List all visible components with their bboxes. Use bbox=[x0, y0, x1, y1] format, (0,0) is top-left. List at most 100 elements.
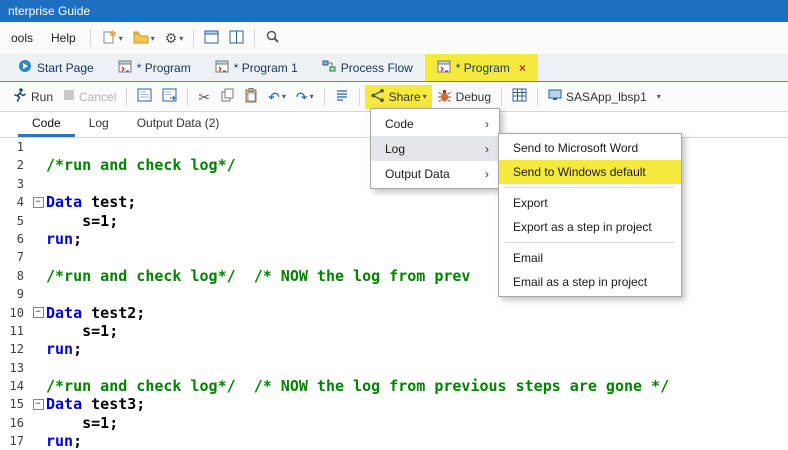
cancel-icon bbox=[63, 89, 75, 104]
tab-label: Code bbox=[32, 116, 61, 130]
close-icon[interactable]: × bbox=[519, 61, 526, 75]
debug-button[interactable]: Debug bbox=[432, 85, 496, 109]
cancel-label: Cancel bbox=[79, 89, 117, 104]
share-label: Share bbox=[388, 89, 421, 104]
chevron-down-icon: ▾ bbox=[422, 92, 427, 101]
title-bar: nterprise Guide bbox=[0, 0, 788, 22]
export-code-button[interactable] bbox=[133, 85, 156, 108]
fold-collapse-icon[interactable]: − bbox=[32, 399, 44, 411]
line-number: 10 bbox=[9, 305, 24, 320]
paste-button[interactable] bbox=[240, 85, 262, 109]
menu-item-email-as-step[interactable]: Email as a step in project bbox=[499, 270, 681, 294]
menu-help[interactable]: Help bbox=[42, 26, 85, 50]
menu-tools[interactable]: ools bbox=[2, 26, 42, 50]
fold-margin: − bbox=[30, 307, 46, 319]
line-number: 15 bbox=[9, 397, 24, 412]
toolbar-separator bbox=[537, 87, 539, 106]
menu-item-send-to-windows-default[interactable]: Send to Windows default bbox=[499, 160, 681, 184]
fold-collapse-icon[interactable]: − bbox=[32, 196, 44, 208]
line-number: 17 bbox=[9, 434, 24, 449]
redo-icon: ↷ bbox=[295, 88, 308, 105]
menu-item-email[interactable]: Email bbox=[499, 246, 681, 270]
options-button[interactable]: ⚙ ▾ bbox=[161, 28, 188, 48]
gear-icon: ⚙ bbox=[164, 30, 178, 46]
menu-item-label: Export as a step in project bbox=[513, 220, 652, 234]
code-line: 11 s=1; bbox=[0, 322, 788, 340]
chevron-down-icon[interactable]: ▾ bbox=[310, 92, 314, 101]
tab-log[interactable]: Log bbox=[75, 112, 123, 137]
tab-label: Log bbox=[88, 116, 109, 130]
search-button[interactable] bbox=[261, 26, 284, 50]
copy-button[interactable] bbox=[216, 85, 238, 108]
code-text[interactable]: Data test; bbox=[46, 193, 136, 211]
menu-item-code[interactable]: Code › bbox=[371, 111, 499, 136]
menu-item-label: Export bbox=[513, 196, 548, 210]
line-number: 1 bbox=[16, 140, 24, 154]
server-label: SASApp_lbsp1 bbox=[566, 89, 647, 104]
fold-collapse-icon[interactable]: − bbox=[32, 307, 44, 319]
code-text[interactable]: s=1; bbox=[46, 414, 118, 432]
chevron-down-icon[interactable]: ▾ bbox=[179, 34, 183, 43]
menu-item-export[interactable]: Export bbox=[499, 191, 681, 215]
code-text[interactable]: /*run and check log*/ bbox=[46, 156, 236, 174]
window-icon bbox=[204, 30, 219, 47]
open-folder-icon bbox=[133, 29, 149, 48]
split-window-icon bbox=[229, 30, 244, 47]
toolbar-separator bbox=[126, 87, 128, 106]
menu-item-label: Send to Windows default bbox=[513, 165, 646, 179]
cut-button[interactable]: ✂ bbox=[194, 87, 214, 107]
submenu-arrow-icon: › bbox=[485, 141, 489, 156]
doc-tab-program-1[interactable]: * Program 1 bbox=[203, 54, 310, 81]
tab-output-data[interactable]: Output Data (2) bbox=[123, 112, 234, 137]
doc-tab-program[interactable]: * Program bbox=[106, 54, 203, 81]
tab-code[interactable]: Code bbox=[18, 112, 75, 137]
doc-tab-process-flow[interactable]: Process Flow bbox=[310, 54, 425, 81]
menu-item-output-data[interactable]: Output Data › bbox=[371, 161, 499, 186]
format-code-button[interactable] bbox=[331, 85, 353, 108]
menu-item-label: Code bbox=[385, 116, 414, 131]
chevron-down-icon[interactable]: ▾ bbox=[282, 92, 286, 101]
server-selector[interactable]: SASApp_lbsp1 ▾ bbox=[543, 86, 666, 108]
code-text[interactable]: s=1; bbox=[46, 212, 118, 230]
code-text[interactable]: run; bbox=[46, 340, 82, 358]
line-number: 11 bbox=[9, 323, 24, 338]
chevron-down-icon[interactable]: ▾ bbox=[119, 34, 123, 43]
menu-item-export-as-step[interactable]: Export as a step in project bbox=[499, 215, 681, 239]
code-text[interactable]: Data test3; bbox=[46, 395, 145, 413]
run-button[interactable]: Run bbox=[6, 84, 58, 109]
menu-separator bbox=[505, 187, 675, 188]
redo-button[interactable]: ↷ ▾ bbox=[292, 87, 318, 107]
new-program-button[interactable]: ✱ ▾ bbox=[97, 26, 127, 51]
code-text[interactable]: s=1; bbox=[46, 322, 118, 340]
code-text[interactable]: /*run and check log*/ /* NOW the log fro… bbox=[46, 267, 470, 285]
layout-window-button[interactable] bbox=[200, 27, 223, 50]
open-button[interactable]: ▾ bbox=[129, 26, 159, 51]
send-code-button[interactable] bbox=[158, 85, 181, 108]
submenu-arrow-icon: › bbox=[485, 116, 489, 131]
undo-button[interactable]: ↶ ▾ bbox=[264, 87, 290, 107]
menu-item-send-to-word[interactable]: Send to Microsoft Word bbox=[499, 136, 681, 160]
menu-item-label: Email as a step in project bbox=[513, 275, 648, 289]
share-icon bbox=[370, 88, 385, 106]
menu-item-label: Output Data bbox=[385, 166, 450, 181]
doc-tab-start-page[interactable]: Start Page bbox=[6, 54, 106, 81]
svg-text:✱: ✱ bbox=[109, 29, 117, 39]
share-button[interactable]: Share ▾ bbox=[364, 84, 432, 109]
menu-item-log[interactable]: Log › bbox=[371, 136, 499, 161]
chevron-down-icon[interactable]: ▾ bbox=[657, 92, 661, 101]
line-number: 6 bbox=[16, 231, 24, 246]
doc-tab-program-active[interactable]: * Program × bbox=[424, 54, 538, 81]
code-text[interactable]: Data test2; bbox=[46, 304, 145, 322]
code-text[interactable]: /*run and check log*/ /* NOW the log fro… bbox=[46, 377, 669, 395]
code-text[interactable]: run; bbox=[46, 432, 82, 450]
properties-button[interactable] bbox=[508, 85, 531, 108]
code-text[interactable]: run; bbox=[46, 230, 82, 248]
line-number: 13 bbox=[9, 360, 24, 375]
server-icon bbox=[548, 89, 562, 105]
layout-split-button[interactable] bbox=[225, 27, 248, 50]
share-log-submenu: Send to Microsoft Word Send to Windows d… bbox=[498, 133, 682, 297]
chevron-down-icon[interactable]: ▾ bbox=[151, 34, 155, 43]
code-line: 10− Data test2; bbox=[0, 304, 788, 322]
line-number: 4 bbox=[16, 195, 24, 210]
start-page-icon bbox=[18, 59, 32, 76]
